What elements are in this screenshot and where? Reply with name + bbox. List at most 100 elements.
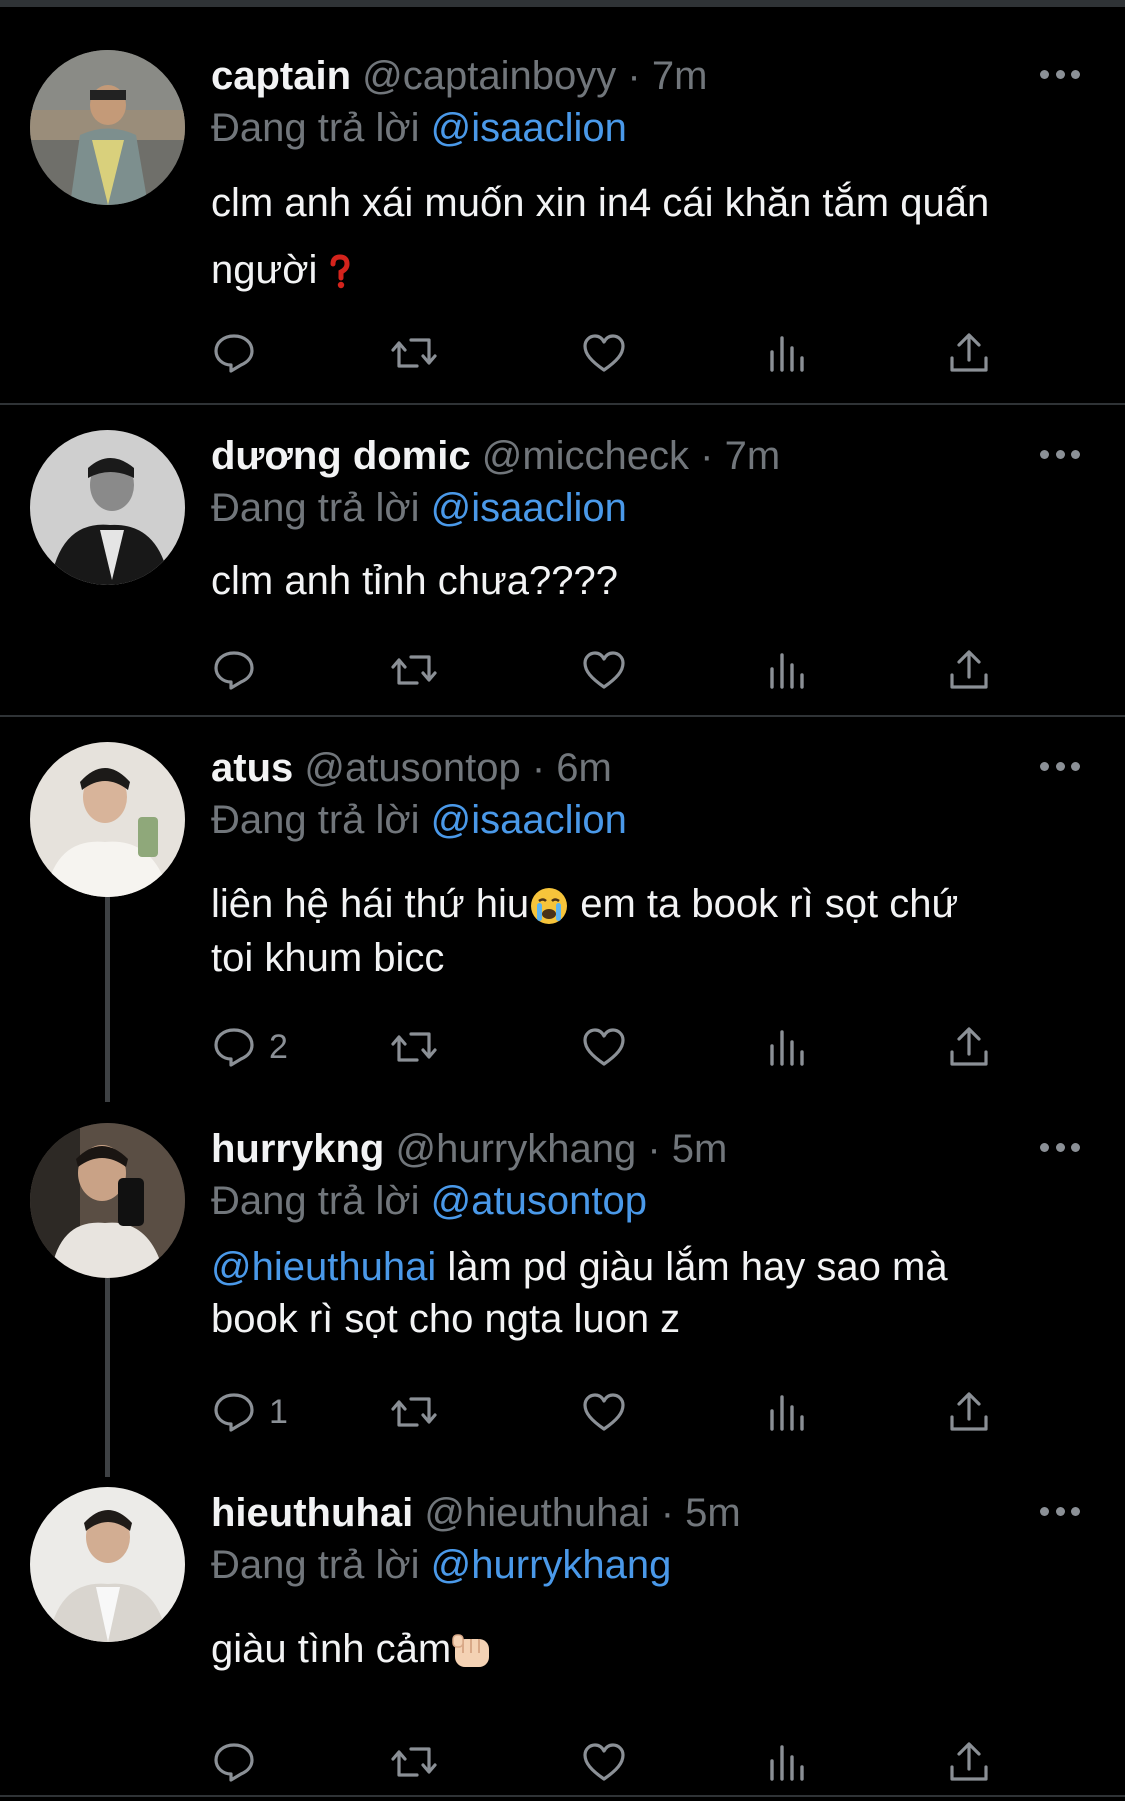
views-button[interactable] [764,645,810,695]
avatar[interactable] [30,430,185,585]
display-name[interactable]: captain [211,54,351,98]
crying-face-icon [531,888,568,925]
replying-to-mention[interactable]: @hurrykhang [431,1543,672,1587]
views-button[interactable] [764,1022,810,1072]
reply-button[interactable] [211,1737,257,1787]
share-icon [950,333,988,372]
retweet-button[interactable] [391,328,437,378]
more-options-button[interactable] [1040,762,1080,774]
retweet-button[interactable] [391,1387,437,1437]
views-button[interactable] [764,328,810,378]
tweet-header: dương domic @miccheck · 7m [211,432,780,480]
replying-to-mention[interactable]: @isaaclion [431,106,627,150]
share-button[interactable] [946,1387,992,1437]
share-icon [950,1742,988,1781]
tweet-text-line: làm pd giàu lắm hay sao mà [436,1245,948,1289]
like-icon [583,1743,625,1781]
retweet-button[interactable] [391,1737,437,1787]
user-handle[interactable]: @miccheck [482,434,689,478]
reply-button[interactable] [211,328,257,378]
action-bar [211,328,1011,378]
avatar[interactable] [30,1487,185,1642]
reply-count: 1 [269,1392,288,1431]
avatar[interactable] [30,1123,185,1278]
tweet-atus[interactable]: atus @atusontop · 6m Đang trả lời @isaac… [0,717,1125,1102]
retweet-button[interactable] [391,645,437,695]
tweet-text-line: clm anh tỉnh chưa???? [211,559,619,603]
views-button[interactable] [764,1387,810,1437]
share-button[interactable] [946,1737,992,1787]
reply-icon [214,1393,254,1432]
timestamp[interactable]: 7m [725,434,781,478]
user-handle[interactable]: @atusontop [304,746,520,790]
share-button[interactable] [946,328,992,378]
views-button[interactable] [764,1737,810,1787]
reply-icon [214,1743,254,1782]
like-button[interactable] [581,1737,627,1787]
share-icon [950,1392,988,1431]
tweet-hieuthuhai[interactable]: hieuthuhai @hieuthuhai · 5m Đang trả lời… [0,1467,1125,1801]
like-button[interactable] [581,1387,627,1437]
replying-to-mention[interactable]: @isaaclion [431,486,627,530]
like-button[interactable] [581,328,627,378]
like-button[interactable] [581,1022,627,1072]
body-mention[interactable]: @hieuthuhai [211,1245,436,1289]
more-options-button[interactable] [1040,1507,1080,1519]
replying-label: Đang trả lời [211,486,420,530]
action-bar: 1 [211,1387,1011,1437]
views-icon [770,336,804,372]
oncoming-fist-icon [452,1634,490,1668]
like-icon [583,1393,625,1431]
tweet-header: atus @atusontop · 6m [211,744,612,792]
thread-connector [105,1277,110,1477]
views-icon [770,1395,804,1431]
red-question-mark-icon [330,254,350,289]
reply-button[interactable]: 2 [211,1022,288,1072]
user-handle[interactable]: @hurrykhang [395,1127,636,1171]
tweet-captain[interactable]: captain @captainboyy · 7m Đang trả lời @… [0,0,1125,405]
more-options-button[interactable] [1040,1143,1080,1155]
avatar-photo [30,430,185,585]
user-handle[interactable]: @hieuthuhai [424,1491,649,1535]
tweet-duong-domic[interactable]: dương domic @miccheck · 7m Đang trả lời … [0,405,1125,717]
display-name[interactable]: hieuthuhai [211,1491,413,1535]
more-options-button[interactable] [1040,70,1080,82]
display-name[interactable]: hurrykng [211,1127,384,1171]
retweet-icon [391,1032,437,1062]
avatar[interactable] [30,742,185,897]
replying-to-line: Đang trả lời @isaaclion [211,796,627,844]
avatar[interactable] [30,50,185,205]
share-button[interactable] [946,1022,992,1072]
replying-to-line: Đang trả lời @hurrykhang [211,1541,671,1589]
tweet-header: hurrykng @hurrykhang · 5m [211,1125,727,1173]
thread-connector [105,897,110,1102]
tweet-header: hieuthuhai @hieuthuhai · 5m [211,1489,741,1537]
replying-to-line: Đang trả lời @isaaclion [211,484,627,532]
separator-dot: · [531,746,546,790]
replying-to-line: Đang trả lời @isaaclion [211,104,627,152]
more-options-button[interactable] [1040,450,1080,462]
replying-to-mention[interactable]: @isaaclion [431,798,627,842]
separator-dot: · [647,1127,661,1171]
reply-button[interactable] [211,645,257,695]
share-button[interactable] [946,645,992,695]
retweet-icon [391,1397,437,1427]
timestamp[interactable]: 7m [652,54,708,98]
tweet-text: giàu tình cảm [211,1622,1091,1676]
tweet-hurrykng[interactable]: hurrykng @hurrykhang · 5m Đang trả lời @… [0,1095,1125,1477]
reply-count: 2 [269,1027,288,1066]
display-name[interactable]: dương domic [211,434,471,478]
display-name[interactable]: atus [211,746,293,790]
share-icon [950,1027,988,1066]
timestamp[interactable]: 5m [685,1491,741,1535]
reply-button[interactable]: 1 [211,1387,288,1437]
user-handle[interactable]: @captainboyy [362,54,616,98]
retweet-button[interactable] [391,1022,437,1072]
like-icon [583,1028,625,1066]
replying-label: Đang trả lời [211,106,420,150]
timestamp[interactable]: 6m [556,746,612,790]
timestamp[interactable]: 5m [672,1127,728,1171]
replying-to-mention[interactable]: @atusontop [431,1179,647,1223]
tweet-header: captain @captainboyy · 7m [211,52,707,100]
like-button[interactable] [581,645,627,695]
